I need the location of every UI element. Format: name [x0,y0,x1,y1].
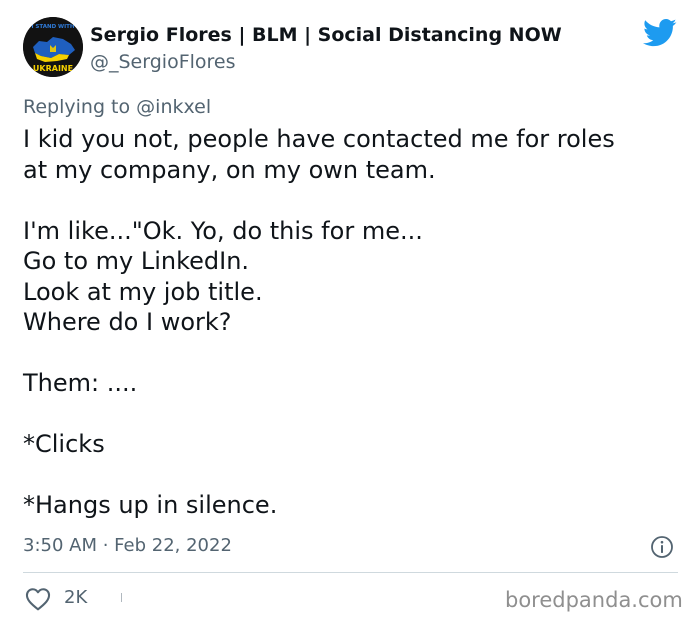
tweet-line: Them: .... [23,369,138,397]
twitter-bird-icon[interactable] [643,18,677,48]
tweet-line [23,338,683,369]
tweet-line: *Clicks [23,430,105,458]
tweet-line: Look at my job title. [23,277,263,306]
tweet-line [23,399,683,430]
like-count: 2K [64,587,88,608]
author-handle[interactable]: @_SergioFlores [90,51,236,73]
tweet-text: I kid you not, people have contacted me … [23,124,683,521]
avatar-bottom-text: UKRAINE [33,64,73,73]
heart-icon[interactable] [25,587,51,611]
tweet-line: Where do I work? [23,308,232,336]
tweet-line: Go to my LinkedIn. [23,247,250,275]
watermark: boredpanda.com [505,588,683,612]
separator-mark [121,593,122,602]
avatar[interactable]: I STAND WITH UKRAINE [23,17,83,77]
tweet-line: I'm like..."Ok. Yo, do this for me... [23,216,423,245]
tweet-line: I kid you not, people have contacted me … [23,125,615,153]
tweet-line: *Hangs up in silence. [23,491,278,519]
replying-to-line: Replying to @inkxel [23,96,211,118]
tweet-line [23,185,683,216]
author-display-name[interactable]: Sergio Flores | BLM | Social Distancing … [90,24,562,46]
tweet-line: at my company, on my own team. [23,155,436,184]
avatar-top-text: I STAND WITH [31,24,74,30]
info-icon[interactable] [650,535,674,559]
ukraine-map-avatar-icon: I STAND WITH UKRAINE [23,17,83,77]
tweet-timestamp[interactable]: 3:50 AM · Feb 22, 2022 [23,535,232,556]
tweet-line [23,460,683,491]
divider [23,572,678,573]
replying-to-label: Replying to [23,96,131,118]
reply-mention-link[interactable]: @inkxel [136,96,211,118]
